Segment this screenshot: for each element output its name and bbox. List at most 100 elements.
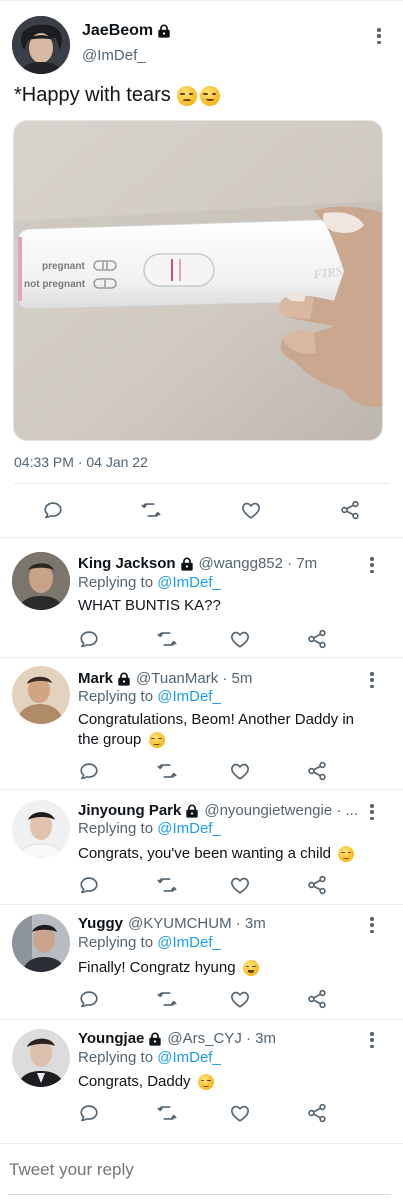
more-options-icon[interactable] [364, 802, 380, 822]
reply-text-body: Congratulations, Beom! Another Daddy in … [78, 711, 354, 748]
input-underline [8, 1194, 391, 1195]
replying-to: Replying to @ImDef_ [78, 688, 221, 705]
like-icon[interactable] [229, 1102, 251, 1124]
reply-header: Youngjae @Ars_CYJ · 3m [78, 1030, 358, 1047]
tweet-timestamp: 04:33 PM · 04 Jan 22 [14, 454, 148, 470]
share-icon[interactable] [306, 628, 328, 650]
author-handle[interactable]: @ImDef_ [82, 47, 146, 64]
avatar[interactable] [12, 666, 70, 724]
lock-icon [180, 557, 194, 571]
retweet-icon[interactable] [156, 628, 178, 650]
crying-laughing-face-emoji-icon [242, 960, 259, 977]
reply-tweet: King Jackson @wangg852 · 7m Replying to … [0, 538, 403, 657]
share-icon[interactable] [306, 988, 328, 1010]
reply-text-body: Congrats, you've been wanting a child [78, 845, 332, 862]
replying-to-mention[interactable]: @ImDef_ [157, 574, 221, 591]
lock-icon [117, 672, 131, 686]
replying-to: Replying to @ImDef_ [78, 934, 221, 951]
share-icon[interactable] [306, 760, 328, 782]
lock-icon [148, 1032, 162, 1046]
smiling-face-emoji-icon [197, 1074, 214, 1091]
reply-tweet: Yuggy @KYUMCHUM · 3m Replying to @ImDef_… [0, 905, 403, 1019]
replying-to: Replying to @ImDef_ [78, 1049, 221, 1066]
like-icon[interactable] [229, 988, 251, 1010]
reply-icon[interactable] [78, 1102, 100, 1124]
test-label-not-pregnant: not pregnant [24, 279, 86, 290]
more-options-icon[interactable] [364, 1030, 380, 1050]
reply-text: Congrats, Daddy [78, 1072, 378, 1092]
reply-author-name[interactable]: King Jackson [78, 555, 176, 572]
reply-icon[interactable] [78, 628, 100, 650]
reply-author-handle[interactable]: @TuanMark · 5m [136, 670, 252, 687]
reply-icon[interactable] [78, 988, 100, 1010]
reply-input[interactable] [9, 1160, 389, 1180]
reply-text: Congratulations, Beom! Another Daddy in … [78, 710, 373, 750]
author-name-text: JaeBeom [82, 22, 154, 39]
tweet-text: *Happy with tears [14, 84, 220, 107]
share-icon[interactable] [306, 874, 328, 896]
smiling-face-emoji-icon [148, 732, 165, 749]
like-icon[interactable] [240, 499, 262, 521]
avatar[interactable] [12, 914, 70, 972]
replying-to-prefix: Replying to [78, 574, 154, 591]
reply-header: Yuggy @KYUMCHUM · 3m [78, 915, 358, 932]
reply-author-name[interactable]: Yuggy [78, 915, 123, 932]
retweet-icon[interactable] [156, 760, 178, 782]
reply-icon[interactable] [42, 499, 64, 521]
replying-to-prefix: Replying to [78, 934, 154, 951]
more-options-icon[interactable] [364, 915, 380, 935]
reply-text: Congrats, you've been wanting a child [78, 844, 378, 864]
retweet-icon[interactable] [140, 499, 162, 521]
reply-icon[interactable] [78, 874, 100, 896]
replying-to-mention[interactable]: @ImDef_ [157, 688, 221, 705]
reply-author-handle[interactable]: @wangg852 · 7m [199, 555, 318, 572]
like-icon[interactable] [229, 760, 251, 782]
reply-author-name[interactable]: Jinyoung Park [78, 802, 181, 819]
smiling-face-emoji-icon [338, 846, 355, 863]
avatar[interactable] [12, 1029, 70, 1087]
replying-to-prefix: Replying to [78, 820, 154, 837]
retweet-icon[interactable] [156, 1102, 178, 1124]
reply-author-handle[interactable]: @nyoungietwengie · ... [204, 802, 358, 819]
tweet-photo[interactable]: pregnant not pregnant FIRST RESPONSE [13, 120, 383, 441]
replying-to-mention[interactable]: @ImDef_ [157, 1049, 221, 1066]
replying-to-mention[interactable]: @ImDef_ [157, 934, 221, 951]
retweet-icon[interactable] [156, 874, 178, 896]
share-icon[interactable] [306, 1102, 328, 1124]
reply-tweet: Youngjae @Ars_CYJ · 3m Replying to @ImDe… [0, 1020, 403, 1133]
avatar[interactable] [12, 552, 70, 610]
retweet-icon[interactable] [156, 988, 178, 1010]
main-tweet: JaeBeom @ImDef_ *Happy with tears pregna… [0, 0, 403, 540]
reply-author-handle[interactable]: @Ars_CYJ · 3m [167, 1030, 276, 1047]
reply-author-name[interactable]: Youngjae [78, 1030, 144, 1047]
reply-header: King Jackson @wangg852 · 7m [78, 555, 358, 572]
replying-to-prefix: Replying to [78, 688, 154, 705]
reply-text: Finally! Congratz hyung [78, 958, 378, 978]
more-options-icon[interactable] [364, 555, 380, 575]
avatar[interactable] [12, 16, 70, 74]
more-options-icon[interactable] [371, 26, 387, 46]
reply-header: Mark @TuanMark · 5m [78, 670, 358, 687]
like-icon[interactable] [229, 628, 251, 650]
reply-tweet: Jinyoung Park @nyoungietwengie · ... Rep… [0, 790, 403, 904]
replying-to: Replying to @ImDef_ [78, 820, 221, 837]
like-icon[interactable] [229, 874, 251, 896]
replying-to-prefix: Replying to [78, 1049, 154, 1066]
reply-tweet: Mark @TuanMark · 5m Replying to @ImDef_ … [0, 658, 403, 789]
lock-icon [157, 24, 171, 38]
reply-text-body: Finally! Congratz hyung [78, 959, 236, 976]
divider [14, 483, 389, 484]
lock-icon [185, 804, 199, 818]
replying-to: Replying to @ImDef_ [78, 574, 221, 591]
reply-composer [0, 1143, 403, 1200]
avatar[interactable] [12, 800, 70, 858]
author-name[interactable]: JaeBeom [82, 22, 171, 40]
more-options-icon[interactable] [364, 670, 380, 690]
replying-to-mention[interactable]: @ImDef_ [157, 820, 221, 837]
reply-icon[interactable] [78, 760, 100, 782]
reply-header: Jinyoung Park @nyoungietwengie · ... [78, 802, 358, 819]
reply-text-body: Congrats, Daddy [78, 1073, 191, 1090]
share-icon[interactable] [339, 499, 361, 521]
reply-author-name[interactable]: Mark [78, 670, 113, 687]
reply-author-handle[interactable]: @KYUMCHUM · 3m [128, 915, 266, 932]
